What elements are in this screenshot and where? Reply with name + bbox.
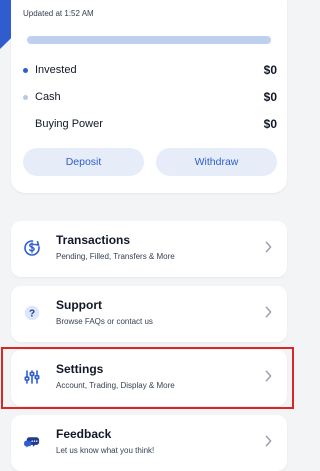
cash-row: Cash $0 [23,88,277,106]
settings-title: Settings [56,362,104,376]
withdraw-button[interactable]: Withdraw [156,148,277,176]
cash-dot-icon [23,94,28,100]
settings-subtitle: Account, Trading, Display & More [56,381,175,390]
transactions-title: Transactions [56,233,131,247]
menu-item-transactions[interactable]: Transactions Pending, Filled, Transfers … [11,221,287,277]
transactions-icon [22,238,42,258]
buying-power-row: Buying Power $0 [23,115,277,133]
chevron-right-icon [265,306,272,318]
chevron-right-icon [265,370,272,382]
chevron-right-icon [265,435,272,447]
feedback-title: Feedback [56,427,112,441]
cash-label: Cash [35,91,61,103]
menu-item-settings[interactable]: Settings Account, Trading, Display & Mor… [11,350,287,406]
help-icon: ? [22,303,42,323]
invested-dot-icon [23,67,28,73]
svg-text:?: ? [29,309,35,320]
chat-bubbles-icon [22,432,42,452]
invested-value: $0 [263,63,277,77]
account-summary-card: Updated at 1:52 AM Invested $0 Cash $0 B… [11,0,287,193]
buying-power-label: Buying Power [35,118,103,130]
menu-item-feedback[interactable]: Feedback Let us know what you think! [11,415,287,471]
invested-row: Invested $0 [23,61,277,79]
buying-power-value: $0 [263,117,277,131]
deposit-button[interactable]: Deposit [23,148,144,176]
sliders-icon [22,367,42,387]
cash-value: $0 [263,90,277,104]
buying-power-spacer [23,122,28,127]
transactions-subtitle: Pending, Filled, Transfers & More [56,252,175,261]
left-accent-bar [0,0,11,49]
menu-item-support[interactable]: ? Support Browse FAQs or contact us [11,286,287,342]
portfolio-progress-bar [27,36,271,44]
updated-timestamp: Updated at 1:52 AM [23,9,94,18]
support-subtitle: Browse FAQs or contact us [56,317,153,326]
invested-label: Invested [35,64,77,76]
feedback-subtitle: Let us know what you think! [56,446,155,455]
chevron-right-icon [265,241,272,253]
support-title: Support [56,298,102,312]
